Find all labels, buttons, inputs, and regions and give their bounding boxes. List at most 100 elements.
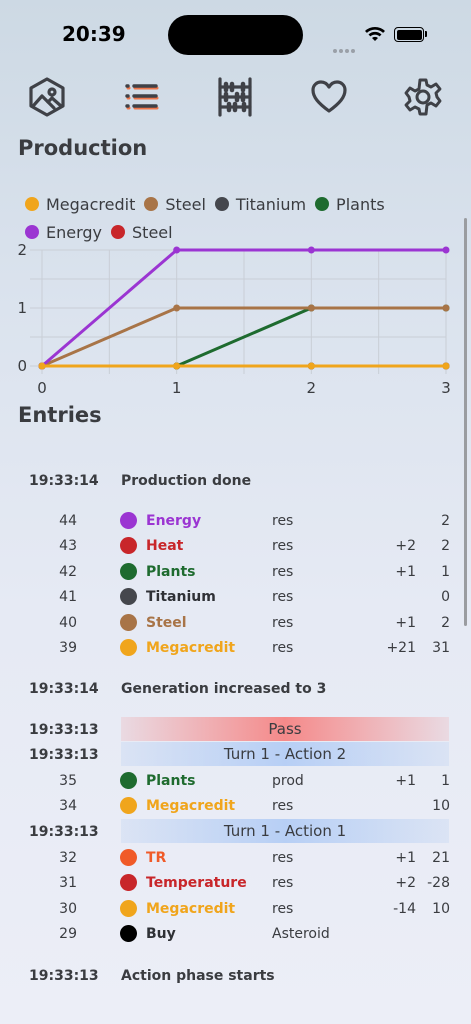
entry-index: 35 bbox=[59, 772, 77, 789]
entry-index: 31 bbox=[59, 874, 77, 891]
entry-index: 43 bbox=[59, 537, 77, 554]
entry-timestamp: 19:33:14 bbox=[29, 472, 99, 489]
heart-icon[interactable] bbox=[306, 74, 352, 120]
entry-index: 40 bbox=[59, 614, 77, 631]
resource-color-dot bbox=[120, 614, 137, 631]
entry-message: Generation increased to 3 bbox=[121, 680, 327, 697]
data-point bbox=[442, 304, 450, 312]
entry-value: 1 bbox=[441, 563, 450, 580]
entry-index: 41 bbox=[59, 588, 77, 605]
resource-entry-row[interactable]: 31 Temperature res +2 -28 bbox=[0, 870, 471, 895]
resource-name: Steel bbox=[146, 614, 187, 631]
resource-entry-row[interactable]: 41 Titanium res 0 bbox=[0, 584, 471, 609]
entry-type: res bbox=[272, 849, 294, 866]
resource-name: Plants bbox=[146, 563, 196, 580]
resource-color-dot bbox=[120, 588, 137, 605]
entry-timestamp: 19:33:13 bbox=[29, 746, 99, 763]
resource-color-dot bbox=[120, 512, 137, 529]
resource-color-dot bbox=[120, 797, 137, 814]
entry-index: 32 bbox=[59, 849, 77, 866]
entry-value: 31 bbox=[432, 639, 450, 656]
status-bar: 20:39 bbox=[0, 0, 471, 70]
entry-index: 44 bbox=[59, 512, 77, 529]
production-chart: 0 1 2 0 1 2 3 bbox=[17, 241, 451, 397]
dynamic-island bbox=[168, 15, 303, 55]
resource-entry-row[interactable]: 44 Energy res 2 bbox=[0, 508, 471, 533]
data-point bbox=[307, 246, 315, 254]
resource-entry-row[interactable]: 40 Steel res +1 2 bbox=[0, 610, 471, 635]
log-event-row[interactable]: 19:33:14 Production done bbox=[0, 468, 471, 493]
y-tick-label: 1 bbox=[17, 299, 27, 317]
entry-index: 29 bbox=[59, 925, 77, 942]
log-banner-row[interactable]: 19:33:13 Turn 1 - Action 2 bbox=[0, 742, 471, 767]
entry-type: res bbox=[272, 900, 294, 917]
list-icon[interactable] bbox=[118, 74, 164, 120]
data-point bbox=[173, 304, 181, 312]
resource-entry-row[interactable]: 35 Plants prod +1 1 bbox=[0, 768, 471, 793]
resource-color-dot bbox=[120, 874, 137, 891]
top-toolbar bbox=[0, 74, 471, 120]
entry-value: 1 bbox=[441, 772, 450, 789]
resource-entry-row[interactable]: 32 TR res +1 21 bbox=[0, 845, 471, 870]
turn-banner: Turn 1 - Action 1 bbox=[121, 819, 449, 843]
legend-item: Titanium bbox=[214, 190, 306, 218]
legend-color-dot bbox=[25, 197, 39, 211]
entry-index: 42 bbox=[59, 563, 77, 580]
entry-type: res bbox=[272, 874, 294, 891]
entry-value: 0 bbox=[441, 588, 450, 605]
log-banner-row[interactable]: 19:33:13 Pass bbox=[0, 717, 471, 742]
abacus-icon[interactable] bbox=[212, 74, 258, 120]
resource-color-dot bbox=[120, 563, 137, 580]
wifi-icon bbox=[365, 27, 385, 41]
entry-index: 30 bbox=[59, 900, 77, 917]
data-point bbox=[307, 362, 315, 370]
turn-banner: Turn 1 - Action 2 bbox=[121, 742, 449, 766]
entry-delta: +2 bbox=[395, 537, 416, 554]
resource-color-dot bbox=[120, 772, 137, 789]
entry-timestamp: 19:33:13 bbox=[29, 823, 99, 840]
entry-value: 2 bbox=[441, 614, 450, 631]
data-point bbox=[442, 246, 450, 254]
legend-item: Plants bbox=[315, 190, 385, 218]
resource-entry-row[interactable]: 34 Megacredit res 10 bbox=[0, 793, 471, 818]
resource-entry-row[interactable]: 39 Megacredit res +21 31 bbox=[0, 635, 471, 660]
resource-name: Titanium bbox=[146, 588, 216, 605]
log-event-row[interactable]: 19:33:14 Generation increased to 3 bbox=[0, 676, 471, 701]
log-event-row[interactable]: 19:33:13 Action phase starts bbox=[0, 963, 471, 988]
resource-name: Buy bbox=[146, 925, 176, 942]
entry-timestamp: 19:33:14 bbox=[29, 680, 99, 697]
pass-banner: Pass bbox=[121, 717, 449, 741]
entry-type: prod bbox=[272, 772, 304, 789]
resource-color-dot bbox=[120, 849, 137, 866]
entry-type: res bbox=[272, 537, 294, 554]
resource-entry-row[interactable]: 42 Plants res +1 1 bbox=[0, 559, 471, 584]
gear-icon[interactable] bbox=[400, 74, 446, 120]
resource-entry-row[interactable]: 43 Heat res +2 2 bbox=[0, 533, 471, 558]
entry-type: Asteroid bbox=[272, 925, 330, 942]
x-tick-label: 3 bbox=[441, 379, 451, 397]
entry-delta: +1 bbox=[395, 849, 416, 866]
entry-message: Action phase starts bbox=[121, 967, 275, 984]
resource-entry-row[interactable]: 30 Megacredit res -14 10 bbox=[0, 896, 471, 921]
legend-color-dot bbox=[315, 197, 330, 211]
entry-delta: +2 bbox=[395, 874, 416, 891]
status-time: 20:39 bbox=[62, 22, 126, 46]
resource-color-dot bbox=[120, 537, 137, 554]
entry-type: res bbox=[272, 588, 294, 605]
entry-delta: +21 bbox=[386, 639, 416, 656]
legend-label: Megacredit bbox=[46, 194, 136, 214]
entry-value: 2 bbox=[441, 512, 450, 529]
entry-value: 10 bbox=[432, 900, 450, 917]
entry-value: 21 bbox=[432, 849, 450, 866]
data-point bbox=[442, 362, 450, 370]
map-hexagon-icon[interactable] bbox=[24, 74, 70, 120]
legend-color-dot bbox=[25, 225, 39, 239]
resource-entry-row[interactable]: 29 Buy Asteroid bbox=[0, 921, 471, 946]
entry-timestamp: 19:33:13 bbox=[29, 967, 99, 984]
entry-index: 34 bbox=[59, 797, 77, 814]
log-banner-row[interactable]: 19:33:13 Turn 1 - Action 1 bbox=[0, 819, 471, 844]
resource-color-dot bbox=[120, 925, 137, 942]
x-tick-label: 2 bbox=[307, 379, 317, 397]
entry-delta: +1 bbox=[395, 772, 416, 789]
entry-type: res bbox=[272, 512, 294, 529]
